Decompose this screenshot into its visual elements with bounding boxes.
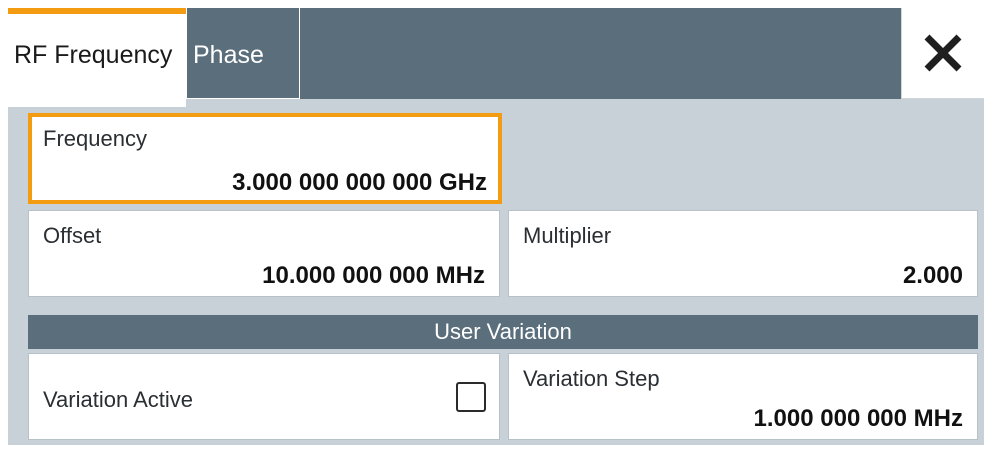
user-variation-header: User Variation [28,315,978,349]
variation-step-label: Variation Step [523,366,660,391]
rf-frequency-dialog: RF Frequency Phase Frequency 3.000 000 0… [0,0,991,452]
close-button[interactable] [901,8,984,99]
content-panel: Frequency 3.000 000 000 000 GHz Offset 1… [8,99,984,445]
frequency-value: 3.000 000 000 000 GHz [232,169,487,196]
variation-active-field[interactable]: Variation Active [28,353,500,440]
frequency-label: Frequency [43,126,147,151]
offset-label: Offset [43,223,102,248]
multiplier-label: Multiplier [523,223,612,248]
variation-active-checkbox[interactable] [456,382,486,412]
tab-phase[interactable]: Phase [186,8,300,99]
variation-step-field[interactable]: Variation Step 1.000 000 000 MHz [508,353,978,440]
variation-active-label: Variation Active [43,387,194,412]
tab-rf-frequency[interactable]: RF Frequency [8,8,186,107]
close-icon [924,34,962,72]
offset-value: 10.000 000 000 MHz [262,262,485,289]
multiplier-field[interactable]: Multiplier 2.000 [508,210,978,297]
frequency-field[interactable]: Frequency 3.000 000 000 000 GHz [28,113,502,204]
offset-field[interactable]: Offset 10.000 000 000 MHz [28,210,500,297]
variation-step-value: 1.000 000 000 MHz [753,405,963,432]
multiplier-value: 2.000 [902,262,963,289]
tab-bar: RF Frequency Phase [8,8,984,107]
